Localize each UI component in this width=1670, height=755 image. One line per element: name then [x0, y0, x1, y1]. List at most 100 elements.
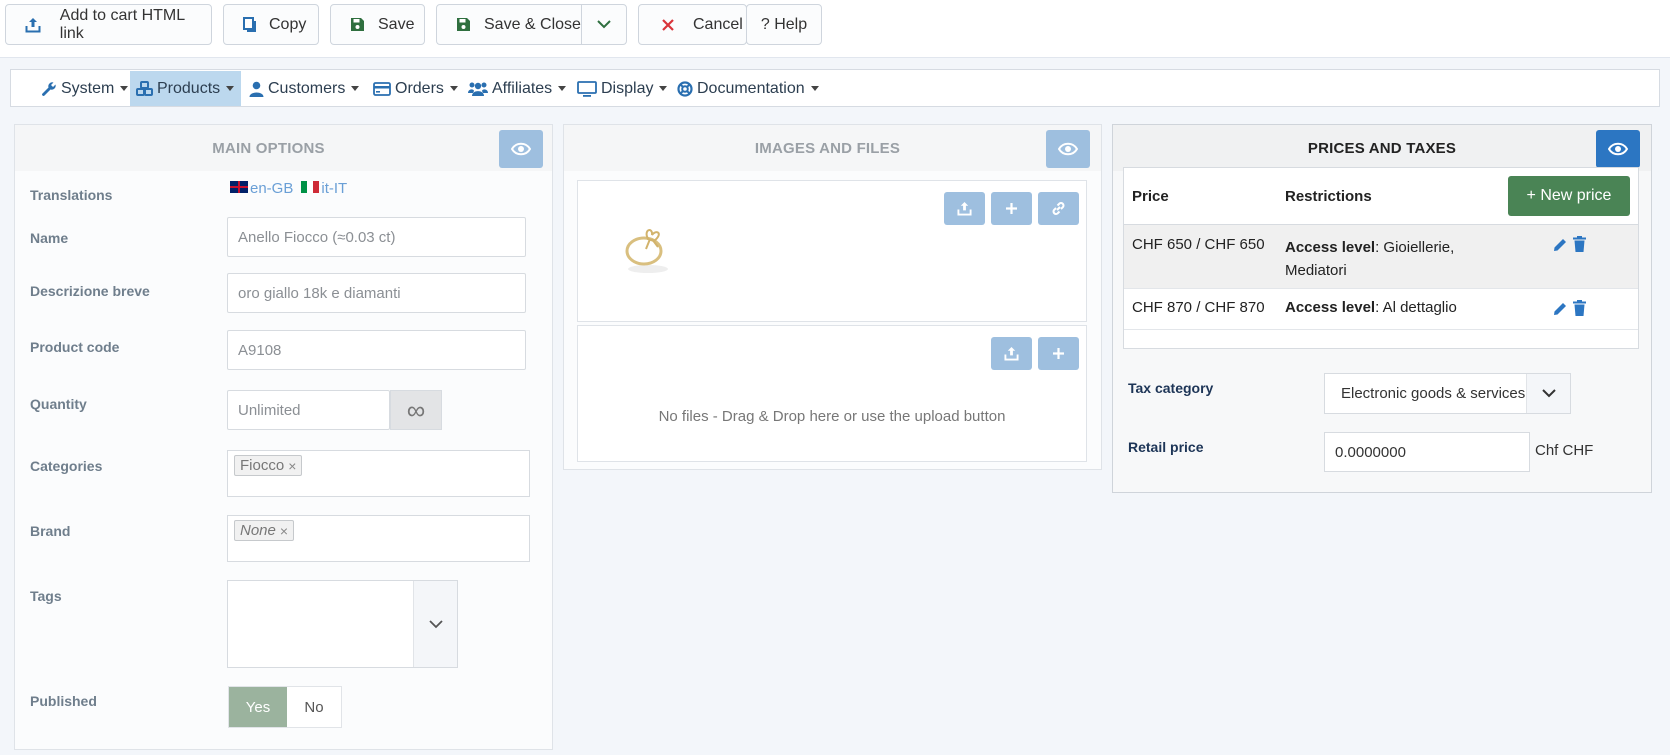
table-row: CHF 650 / CHF 650 Access level: Gioielle…: [1124, 225, 1638, 288]
plus-icon: [1006, 203, 1017, 214]
main-options-panel: MAIN OPTIONS Translations en-GB it-IT Na…: [14, 124, 553, 750]
toggle-visibility-button[interactable]: [1046, 130, 1090, 168]
flag-uk-icon: [230, 181, 248, 193]
copy-button[interactable]: Copy: [223, 4, 319, 45]
brand-chip-label: None: [240, 522, 276, 539]
trash-icon[interactable]: [1573, 236, 1586, 257]
trash-icon[interactable]: [1573, 300, 1586, 321]
tags-dropdown-toggle[interactable]: [413, 581, 457, 667]
new-price-label: + New price: [1526, 187, 1612, 204]
quantity-placeholder: Unlimited: [238, 401, 301, 419]
published-yes-button[interactable]: Yes: [229, 687, 287, 727]
plus-icon: [1053, 348, 1064, 359]
prices-table: Price Restrictions + New price CHF 650 /…: [1123, 167, 1639, 349]
published-no-label: No: [304, 698, 324, 716]
brand-label: Brand: [30, 523, 71, 539]
quantity-label: Quantity: [30, 396, 87, 412]
remove-icon[interactable]: ×: [280, 523, 288, 539]
save-button[interactable]: Save: [330, 4, 425, 45]
tax-category-select[interactable]: Electronic goods & services: [1324, 373, 1571, 414]
upload-icon: [1004, 346, 1019, 361]
menu-label-system: System: [61, 79, 115, 97]
menu-item-system[interactable]: System: [35, 71, 136, 106]
toggle-visibility-button[interactable]: [499, 130, 543, 168]
menu-item-orders[interactable]: Orders: [367, 71, 466, 106]
add-image-button[interactable]: [991, 192, 1032, 225]
menu-item-customers[interactable]: Customers: [243, 71, 367, 106]
cubes-icon: [136, 80, 153, 97]
close-icon: [659, 18, 677, 31]
categories-input[interactable]: Fiocco ×: [227, 450, 530, 497]
remove-icon[interactable]: ×: [288, 458, 296, 474]
restriction-value: : Al dettaglio: [1375, 299, 1457, 316]
caret-icon: [659, 86, 668, 91]
price-column-header: Price: [1132, 188, 1169, 205]
panel-title: IMAGES AND FILES: [754, 139, 901, 157]
floppy-icon: [348, 17, 366, 32]
menu-item-products[interactable]: Products: [130, 71, 241, 106]
retail-price-input[interactable]: 0.0000000: [1324, 432, 1530, 472]
files-dropzone[interactable]: No files - Drag & Drop here or use the u…: [577, 325, 1087, 462]
cancel-button[interactable]: Cancel: [638, 4, 747, 45]
link-image-button[interactable]: [1038, 192, 1079, 225]
translation-en-link[interactable]: en-GB: [250, 180, 293, 197]
toggle-visibility-button[interactable]: [1596, 130, 1640, 168]
eye-icon: [1058, 142, 1078, 156]
credit-card-icon: [373, 81, 391, 96]
tax-category-dropdown-toggle[interactable]: [1526, 374, 1570, 413]
quantity-input[interactable]: Unlimited: [227, 390, 390, 430]
upload-file-button[interactable]: [991, 337, 1032, 370]
short-description-input[interactable]: oro giallo 18k e diamanti: [227, 273, 526, 313]
add-file-button[interactable]: [1038, 337, 1079, 370]
short-description-label: Descrizione breve: [30, 283, 150, 299]
brand-input[interactable]: None ×: [227, 515, 530, 562]
menu-label-orders: Orders: [395, 79, 444, 97]
name-input[interactable]: Anello Fiocco (≈0.03 ct): [227, 217, 526, 257]
product-image-thumbnail[interactable]: [618, 221, 678, 291]
upload-image-button[interactable]: [944, 192, 985, 225]
menu-item-display[interactable]: Display: [571, 71, 675, 106]
brand-chip: None ×: [234, 520, 295, 541]
price-cell: CHF 650 / CHF 650: [1132, 236, 1265, 253]
published-no-button[interactable]: No: [287, 687, 341, 727]
menu-label-customers: Customers: [268, 79, 346, 97]
menu-label-products: Products: [157, 79, 221, 97]
unlimited-quantity-button[interactable]: ∞: [390, 390, 442, 430]
edit-icon[interactable]: [1553, 237, 1568, 257]
tags-input[interactable]: [227, 580, 458, 668]
upload-icon: [24, 17, 42, 33]
restriction-cell: Access level: Al dettaglio: [1285, 299, 1457, 316]
product-code-input[interactable]: A9108: [227, 330, 526, 370]
new-price-button[interactable]: + New price: [1508, 176, 1630, 216]
restriction-cell: Access level: Gioiellerie, Mediatori: [1285, 236, 1485, 282]
images-files-panel: IMAGES AND FILES No files - Drag & Drop …: [563, 124, 1102, 470]
users-icon: [468, 81, 488, 96]
wrench-icon: [41, 81, 57, 97]
add-to-cart-html-link-button[interactable]: Add to cart HTML link: [5, 4, 212, 45]
copy-label: Copy: [269, 15, 307, 33]
flag-it-icon: [301, 181, 320, 193]
panel-title: MAIN OPTIONS: [212, 139, 325, 157]
edit-icon[interactable]: [1553, 301, 1568, 321]
link-icon: [1052, 202, 1065, 215]
images-dropzone[interactable]: [577, 180, 1087, 322]
published-toggle: Yes No: [228, 686, 342, 728]
help-button[interactable]: ? Help: [746, 4, 822, 45]
menu-item-affiliates[interactable]: Affiliates: [462, 71, 574, 106]
user-icon: [249, 81, 264, 97]
caret-icon: [558, 86, 567, 91]
add-to-cart-label: Add to cart HTML link: [59, 6, 185, 42]
translation-it-link[interactable]: it-IT: [321, 180, 347, 197]
retail-price-value: 0.0000000: [1335, 443, 1406, 461]
tax-category-label: Tax category: [1128, 380, 1214, 396]
name-label: Name: [30, 230, 69, 246]
price-cell: CHF 870 / CHF 870: [1132, 299, 1265, 316]
category-chip: Fiocco ×: [234, 455, 303, 476]
translations-label: Translations: [30, 187, 113, 203]
menu-label-affiliates: Affiliates: [492, 79, 553, 97]
save-close-button[interactable]: Save & Close: [436, 4, 582, 45]
save-dropdown-toggle[interactable]: [581, 4, 627, 45]
infinity-icon: ∞: [406, 395, 426, 425]
product-code-value: A9108: [238, 341, 282, 359]
menu-item-documentation[interactable]: Documentation: [671, 71, 827, 106]
